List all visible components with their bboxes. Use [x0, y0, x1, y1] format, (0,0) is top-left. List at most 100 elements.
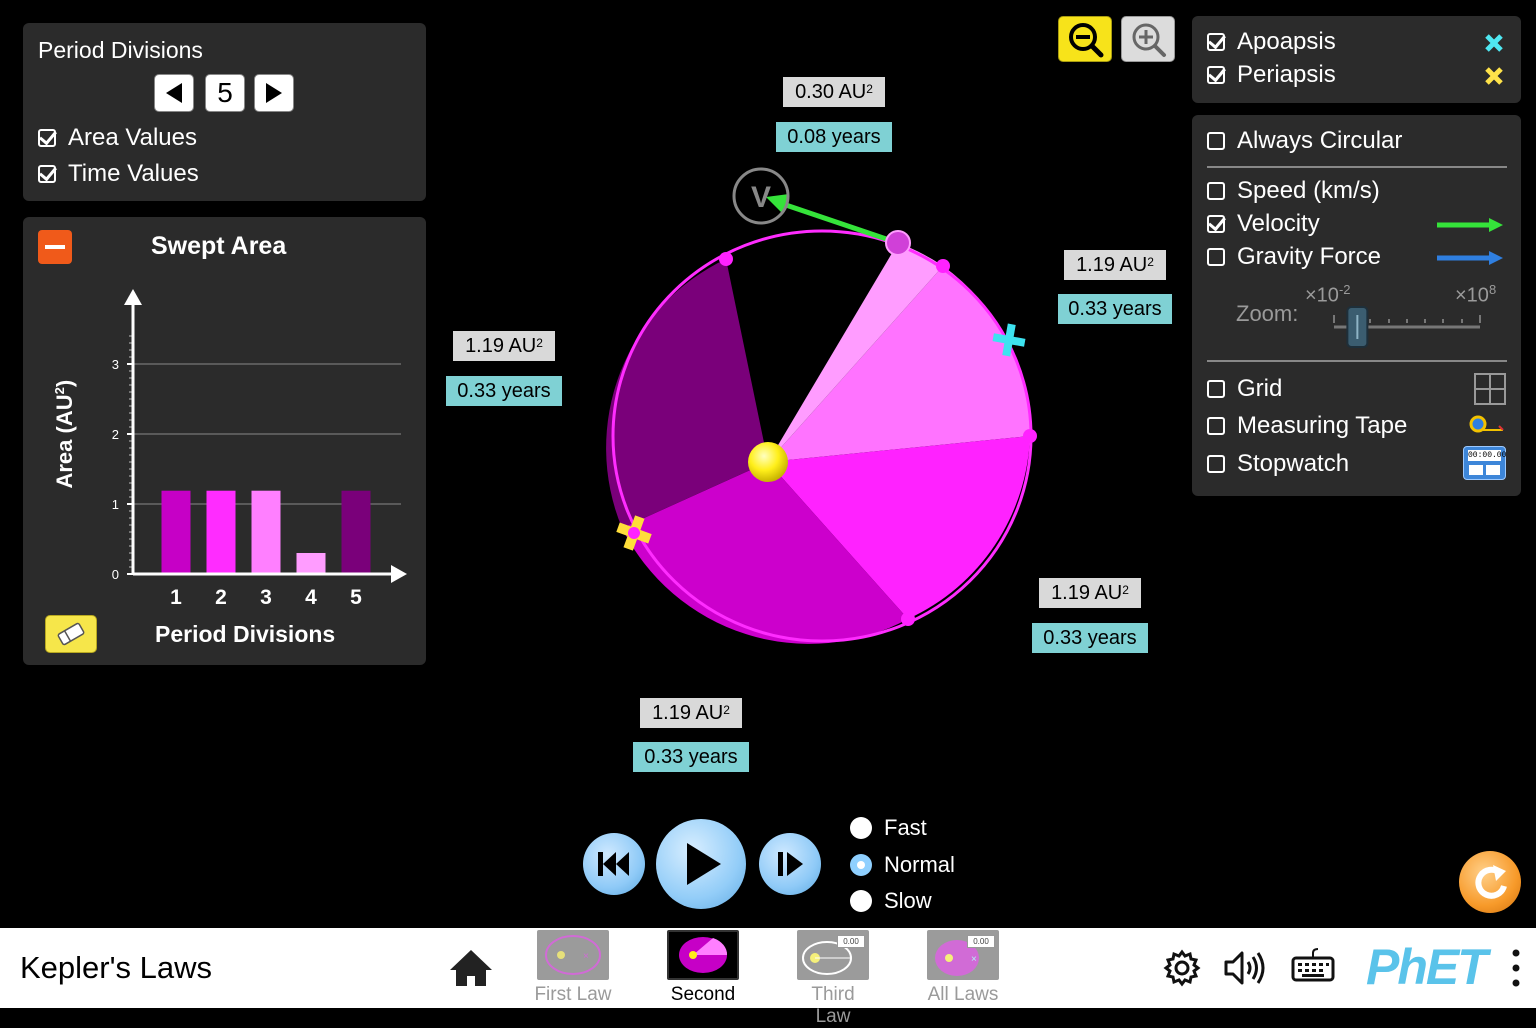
speed-label: Speed (km/s) [1237, 177, 1380, 204]
area-label-2: 1.19 AU 2 [1064, 250, 1166, 280]
gravity-force-checkbox[interactable]: Gravity Force [1207, 243, 1381, 271]
measuring-tape-icon [1469, 415, 1504, 433]
checkbox-box [1207, 248, 1225, 266]
second-law-thumbnail [667, 930, 739, 980]
area-label-3: 1.19 AU 2 [1039, 578, 1141, 608]
velocity-arrow[interactable] [779, 200, 899, 246]
home-icon[interactable] [448, 948, 494, 988]
svg-text:×: × [971, 954, 977, 965]
step-forward-button[interactable] [759, 833, 821, 895]
checkbox-box [1207, 182, 1225, 200]
apoapsis-label: Apoapsis [1237, 28, 1336, 55]
more-options-icon[interactable] [1511, 948, 1521, 988]
area-label-4: 1.19 AU 2 [640, 698, 742, 728]
settings-gear-icon[interactable] [1162, 948, 1202, 988]
velocity-label: V [751, 181, 771, 214]
area-label-5: 1.19 AU 2 [453, 331, 555, 361]
velocity-checkbox[interactable]: Velocity [1207, 210, 1320, 238]
sun[interactable] [748, 442, 788, 482]
grid-icon [1474, 373, 1506, 405]
checkbox-box [1207, 455, 1225, 473]
divider [1207, 166, 1507, 168]
speed-normal-label: Normal [884, 852, 955, 877]
zoom-slider[interactable] [1327, 300, 1497, 350]
tab-all-laws[interactable]: × 0.00 All Laws [923, 930, 1003, 1006]
second-law-label: Second Law [670, 984, 736, 1027]
division-point [936, 259, 950, 273]
stopwatch-play-glyph [1486, 465, 1500, 475]
checkbox-box [1207, 33, 1225, 51]
divider [1207, 360, 1507, 362]
sound-icon[interactable] [1222, 948, 1268, 988]
keyboard-icon[interactable] [1290, 946, 1336, 986]
time-label-1: 0.08 years [776, 122, 892, 152]
tab-first-law[interactable]: × First Law [533, 930, 613, 1006]
zoom-slider-thumb[interactable] [1346, 306, 1369, 348]
stopwatch-label: Stopwatch [1237, 450, 1350, 477]
play-icon [687, 843, 721, 885]
reset-icon [1475, 865, 1507, 899]
restart-icon [598, 852, 629, 876]
tab-third-law[interactable]: 0.00 Third Law [793, 930, 873, 1028]
play-button[interactable] [656, 819, 746, 909]
radio-circle [850, 890, 872, 912]
always-circular-label: Always Circular [1237, 127, 1403, 154]
speed-slow-label: Slow [884, 888, 932, 913]
svg-text:×: × [583, 951, 589, 962]
first-law-label: First Law [534, 984, 612, 1005]
speed-fast-label: Fast [884, 815, 927, 840]
grid-checkbox[interactable]: Grid [1207, 375, 1282, 403]
third-law-readout: 0.00 [837, 935, 865, 948]
third-law-thumbnail: 0.00 [797, 930, 869, 980]
stopwatch-readout: 00:00.00 [1468, 450, 1507, 461]
apoapsis-icon [1485, 34, 1503, 52]
gravity-arrow-icon [1437, 251, 1503, 265]
apoapsis-checkbox[interactable]: Apoapsis [1207, 28, 1336, 56]
periapsis-checkbox[interactable]: Periapsis [1207, 61, 1336, 89]
zoom-in-button[interactable] [1121, 16, 1175, 62]
zoom-label: Zoom: [1236, 301, 1299, 326]
checkbox-box [1207, 66, 1225, 84]
measuring-tape-checkbox[interactable]: Measuring Tape [1207, 412, 1407, 440]
stopwatch-checkbox[interactable]: Stopwatch [1207, 450, 1349, 478]
velocity-option-label: Velocity [1237, 210, 1320, 237]
radio-circle [850, 817, 872, 839]
all-laws-thumbnail: × 0.00 [927, 930, 999, 980]
third-law-label: Third Law [811, 984, 855, 1027]
restart-button[interactable] [583, 833, 645, 895]
division-point [901, 612, 915, 626]
reset-all-button[interactable] [1459, 851, 1521, 913]
speed-slow-radio[interactable]: Slow [850, 888, 932, 914]
speed-checkbox[interactable]: Speed (km/s) [1207, 177, 1380, 205]
measuring-tape-label: Measuring Tape [1237, 412, 1408, 439]
radio-circle [850, 854, 872, 876]
speed-normal-radio[interactable]: Normal [850, 852, 955, 878]
velocity-arrow-icon [1437, 218, 1503, 232]
zoom-in-icon [1132, 23, 1166, 57]
time-label-2: 0.33 years [1058, 294, 1172, 324]
grid-label: Grid [1237, 375, 1283, 402]
tab-second-law[interactable]: Second Law [663, 930, 743, 1028]
area-label-1: 0.30 AU 2 [783, 77, 885, 107]
step-forward-icon [778, 852, 803, 876]
periapsis-icon [1485, 67, 1503, 85]
checkbox-box [1207, 380, 1225, 398]
always-circular-checkbox[interactable]: Always Circular [1207, 127, 1402, 155]
checkbox-box [1207, 132, 1225, 150]
time-label-3: 0.33 years [1032, 623, 1148, 653]
periapsis-label: Periapsis [1237, 61, 1336, 88]
options-panel: Always Circular Speed (km/s) Velocity Gr… [1192, 115, 1521, 496]
all-laws-readout: 0.00 [967, 935, 995, 948]
division-point [719, 252, 733, 266]
planet[interactable] [885, 230, 911, 256]
all-laws-label: All Laws [927, 984, 999, 1005]
first-law-thumbnail: × [537, 930, 609, 980]
markers-panel: Apoapsis Periapsis [1192, 16, 1521, 103]
navigation-bar: Kepler's Laws × First Law Second Law 0.0… [0, 928, 1536, 1027]
stopwatch-reset-glyph [1469, 465, 1483, 475]
division-point [1023, 429, 1037, 443]
speed-fast-radio[interactable]: Fast [850, 815, 927, 841]
phet-logo[interactable]: PhET [1366, 938, 1488, 996]
checkbox-box [1207, 215, 1225, 233]
zoom-out-button[interactable] [1058, 16, 1112, 62]
